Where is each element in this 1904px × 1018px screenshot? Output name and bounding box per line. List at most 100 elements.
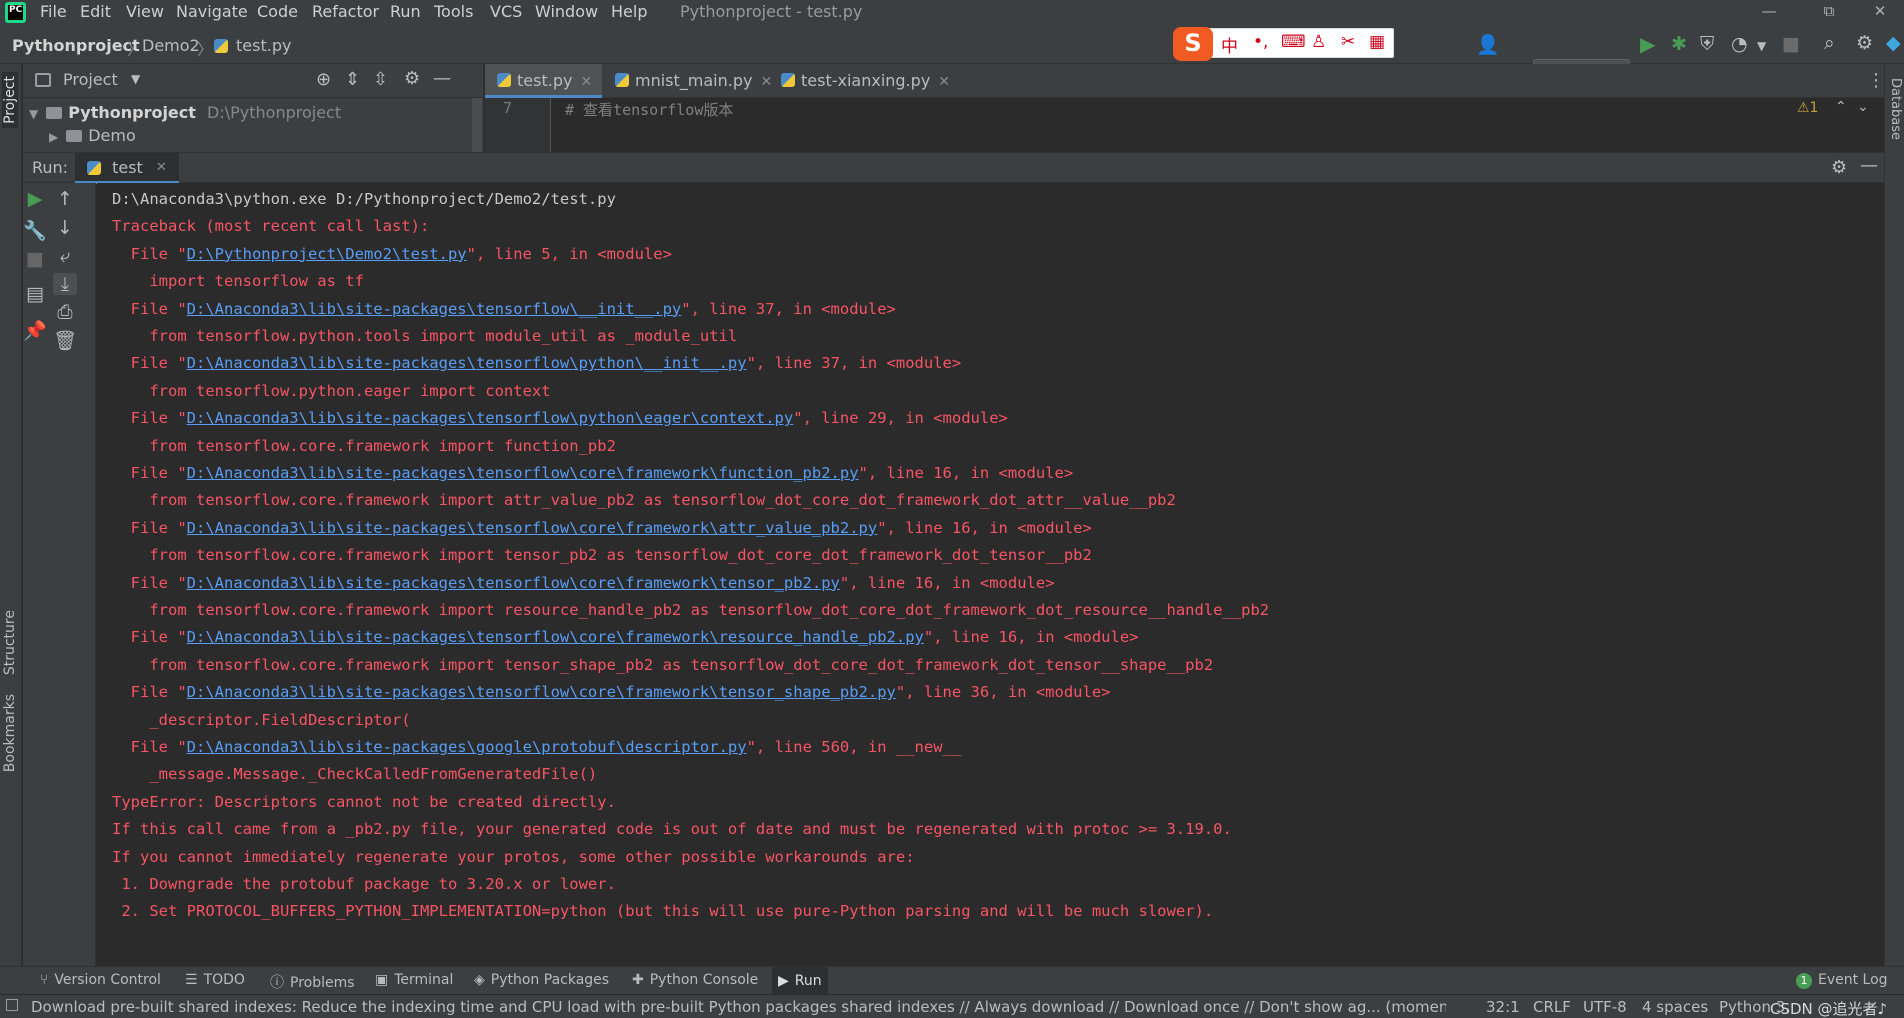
clear-trash-icon[interactable]: 🗑 — [53, 329, 77, 352]
menu-refactor[interactable]: Refactor — [312, 2, 379, 21]
tree-node-demo[interactable]: ▶ Demo — [49, 126, 136, 145]
close-tab-icon[interactable]: ✕ — [580, 74, 592, 90]
run-tab-test[interactable]: test ✕ — [75, 153, 179, 184]
stop-icon[interactable]: ■ — [23, 248, 47, 270]
expand-all-icon[interactable]: ⇕ — [345, 69, 360, 90]
file-path-link[interactable]: D:\Anaconda3\lib\site-packages\tensorflo… — [187, 354, 747, 372]
chevron-down-icon[interactable]: ▼ — [131, 72, 140, 86]
bookmarks-tool-tab[interactable]: Bookmarks — [2, 694, 18, 772]
editor-tab-mnist-main[interactable]: mnist_main.py ✕ — [603, 64, 782, 98]
debug-icon[interactable]: ✱ — [1671, 34, 1687, 54]
ime-keyboard-icon[interactable]: ⌨ — [1281, 32, 1306, 52]
menu-help[interactable]: Help — [611, 2, 647, 21]
python-console-tab[interactable]: ✚ Python Console — [632, 972, 758, 988]
ime-language-toggle[interactable]: 中 — [1221, 32, 1238, 57]
editor-tab-test-xianxing[interactable]: test-xianxing.py ✕ — [769, 64, 960, 98]
scroll-down-arrow-icon[interactable]: ↓ — [53, 217, 77, 239]
problems-tab[interactable]: ⓘ Problems — [270, 972, 355, 992]
file-path-link[interactable]: D:\Anaconda3\lib\site-packages\tensorflo… — [187, 574, 840, 592]
restore-button[interactable]: ⧉ — [1805, 0, 1853, 24]
restore-layout-icon[interactable]: ▤ — [23, 283, 47, 305]
project-panel-title[interactable]: Project — [63, 70, 118, 89]
menu-tools[interactable]: Tools — [434, 2, 473, 21]
file-path-link[interactable]: D:\Anaconda3\lib\site-packages\tensorflo… — [187, 683, 896, 701]
tree-node-root[interactable]: ▼ Pythonproject D:\Pythonproject — [29, 103, 341, 122]
run-settings-gear-icon[interactable]: ⚙ — [1831, 157, 1847, 178]
file-path-link[interactable]: D:\Anaconda3\lib\site-packages\tensorflo… — [187, 628, 924, 646]
breadcrumb-file[interactable]: test.py — [236, 36, 291, 55]
soft-wrap-icon[interactable]: ⤶ — [53, 245, 77, 267]
search-icon[interactable]: ⌕ — [1824, 33, 1835, 53]
run-console-output[interactable]: D:\Anaconda3\python.exe D:/Pythonproject… — [97, 183, 1884, 966]
coverage-icon[interactable]: ⛨ — [1700, 34, 1714, 54]
file-path-link[interactable]: D:\Anaconda3\lib\site-packages\google\pr… — [187, 738, 747, 756]
hide-panel-icon[interactable]: — — [433, 68, 451, 89]
tab-label: TODO — [203, 972, 245, 988]
python-file-icon — [497, 73, 511, 87]
hide-run-panel-icon[interactable]: — — [1860, 155, 1878, 176]
menu-code[interactable]: Code — [257, 2, 298, 21]
indent-setting[interactable]: 4 spaces — [1642, 998, 1708, 1016]
editor-tab-test-py[interactable]: test.py ✕ — [485, 64, 603, 98]
scroll-to-end-icon[interactable]: ⤓ — [53, 273, 77, 295]
project-tool-tab[interactable]: Project — [2, 72, 18, 128]
close-tab-icon[interactable]: ✕ — [938, 74, 950, 90]
next-highlight-icon[interactable]: ⌄ — [1857, 99, 1869, 115]
pin-tab-icon[interactable]: 📌 — [23, 319, 47, 342]
settings-gear-icon[interactable]: ⚙ — [1856, 33, 1873, 53]
ime-apps-icon[interactable]: ▦ — [1369, 32, 1385, 52]
ime-user-icon[interactable]: ♙ — [1311, 32, 1326, 52]
run-icon[interactable]: ▶ — [1640, 34, 1655, 54]
menu-run[interactable]: Run — [390, 2, 421, 21]
plugin-shield-icon[interactable]: ◆ — [1886, 33, 1901, 53]
menu-edit[interactable]: Edit — [80, 2, 111, 21]
close-tab-icon[interactable]: ✕ — [156, 160, 167, 175]
user-icon[interactable]: 👤 — [1476, 35, 1500, 55]
menu-view[interactable]: View — [126, 2, 164, 21]
ime-punctuation-icon[interactable]: •, — [1253, 32, 1268, 52]
print-icon[interactable]: ⎙ — [53, 301, 77, 323]
locate-file-icon[interactable]: ⊕ — [316, 69, 331, 90]
console-line: import tensorflow as tf — [112, 272, 364, 291]
todo-tab[interactable]: ☰ TODO — [185, 972, 245, 988]
file-path-link[interactable]: D:\Anaconda3\lib\site-packages\tensorflo… — [187, 409, 794, 427]
file-path-link[interactable]: D:\Anaconda3\lib\site-packages\tensorflo… — [187, 300, 682, 318]
collapse-all-icon[interactable]: ⇳ — [373, 69, 388, 90]
run-tool-tab[interactable]: ▶ Run — [772, 967, 828, 995]
menu-file[interactable]: File — [40, 2, 67, 21]
python-packages-tab[interactable]: ◈ Python Packages — [474, 972, 609, 988]
close-button[interactable]: ✕ — [1856, 0, 1904, 24]
menu-navigate[interactable]: Navigate — [176, 2, 248, 21]
database-tool-tab[interactable]: Database — [1888, 78, 1903, 140]
terminal-tab[interactable]: ▣ Terminal — [375, 972, 453, 988]
minimize-button[interactable]: — — [1745, 0, 1793, 24]
structure-tool-tab[interactable]: Structure — [2, 610, 18, 675]
ime-scissors-icon[interactable]: ✂ — [1341, 32, 1355, 52]
more-tabs-icon[interactable]: ⋮ — [1867, 70, 1885, 91]
prev-highlight-icon[interactable]: ⌃ — [1835, 99, 1847, 115]
code-line-comment[interactable]: # 查看tensorflow版本 — [565, 99, 733, 120]
rerun-icon[interactable]: ▶ — [23, 188, 47, 210]
more-run-chevron-icon[interactable]: ▼ — [1757, 36, 1766, 56]
file-path-link[interactable]: D:\Pythonproject\Demo2\test.py — [187, 245, 467, 263]
panel-settings-gear-icon[interactable]: ⚙ — [404, 68, 420, 89]
file-path-link[interactable]: D:\Anaconda3\lib\site-packages\tensorflo… — [187, 464, 859, 482]
menu-window[interactable]: Window — [535, 2, 598, 21]
file-encoding[interactable]: UTF-8 — [1583, 998, 1627, 1016]
warning-count-badge[interactable]: ⚠1 — [1797, 100, 1818, 116]
line-separator[interactable]: CRLF — [1533, 998, 1571, 1016]
event-log-tab[interactable]: 1 Event Log — [1796, 972, 1888, 989]
file-path-link[interactable]: D:\Anaconda3\lib\site-packages\tensorflo… — [187, 519, 878, 537]
edit-configuration-wrench-icon[interactable]: 🔧 — [23, 219, 47, 242]
caret-position[interactable]: 32:1 — [1486, 998, 1520, 1016]
stop-icon[interactable]: ■ — [1782, 34, 1800, 54]
project-scrollbar[interactable] — [472, 98, 482, 152]
status-panel-toggle-icon[interactable] — [6, 999, 18, 1011]
version-control-tab[interactable]: ⑂ Version Control — [40, 972, 161, 988]
breadcrumb-project[interactable]: Pythonproject — [12, 36, 140, 55]
profile-icon[interactable]: ◔ — [1731, 34, 1748, 54]
menu-vcs[interactable]: VCS — [490, 2, 522, 21]
scroll-up-arrow-icon[interactable]: ↑ — [53, 188, 77, 210]
status-message[interactable]: Download pre-built shared indexes: Reduc… — [31, 998, 1446, 1016]
breadcrumb-folder[interactable]: Demo2 — [142, 36, 200, 55]
